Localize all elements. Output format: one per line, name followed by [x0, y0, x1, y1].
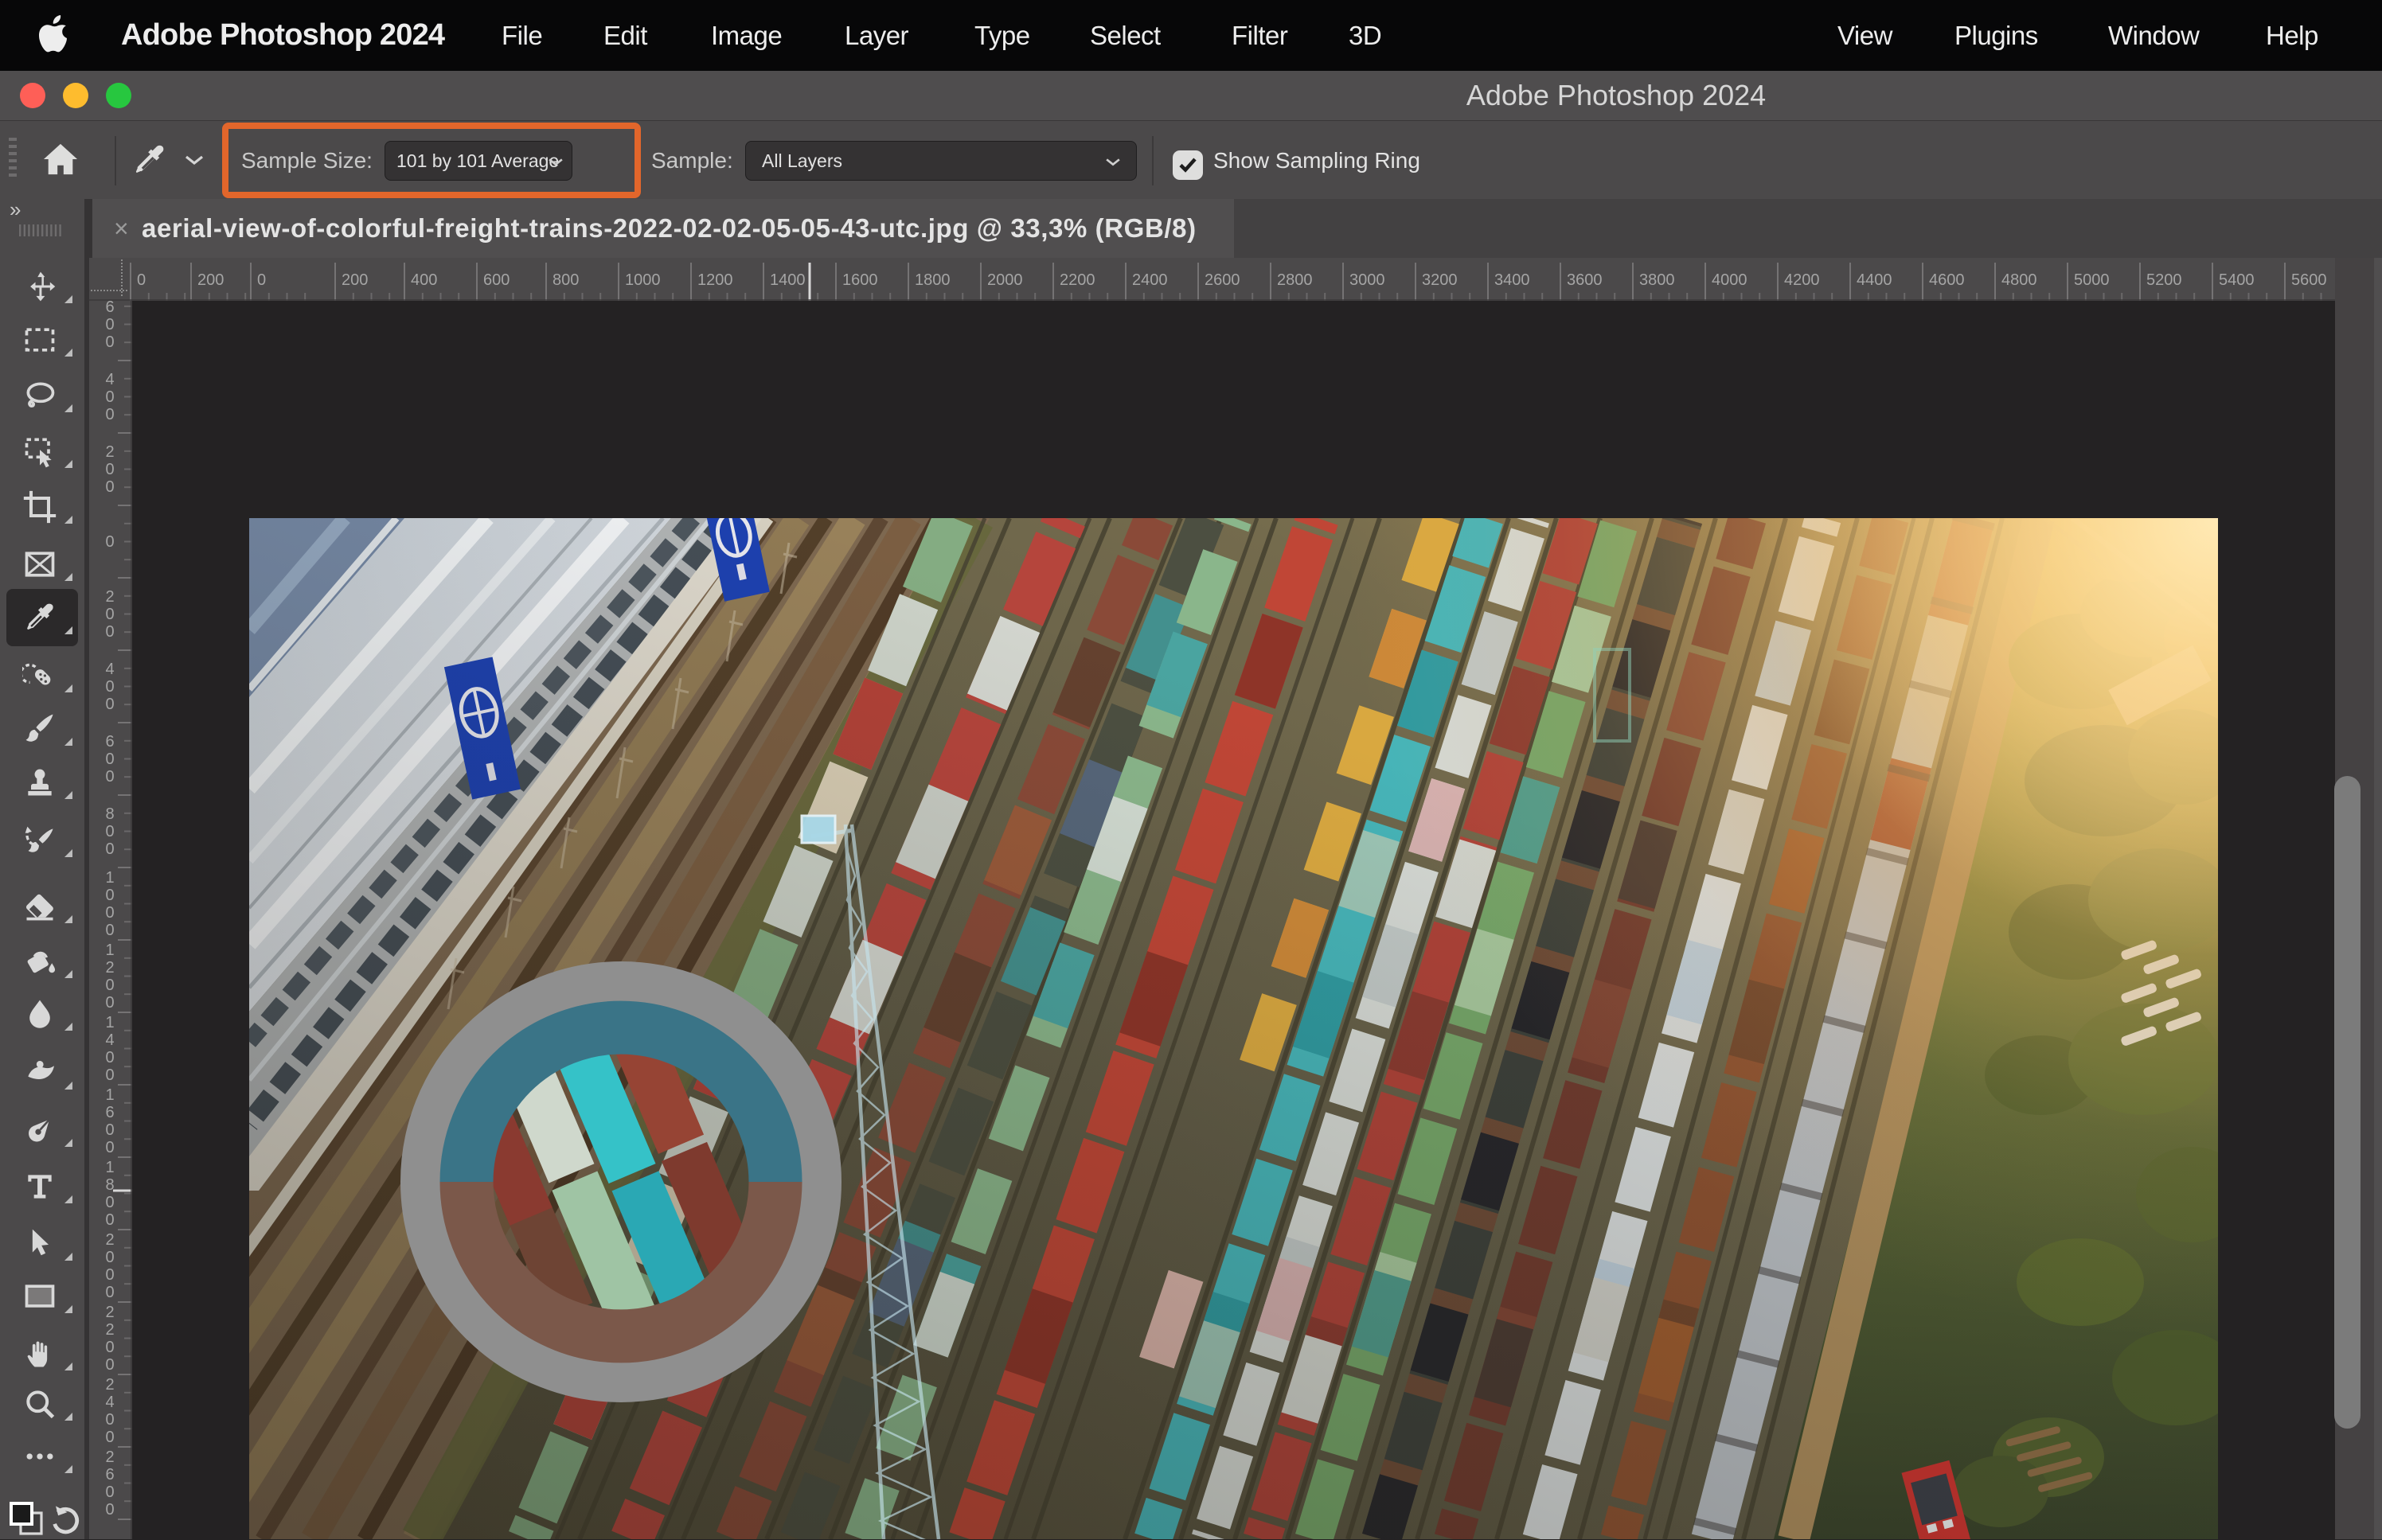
svg-text:3200: 3200: [1422, 271, 1458, 289]
svg-text:600: 600: [483, 271, 510, 289]
svg-text:4200: 4200: [1784, 271, 1820, 289]
svg-text:0: 0: [105, 316, 114, 333]
svg-text:2800: 2800: [1277, 271, 1313, 289]
svg-text:1: 1: [105, 869, 114, 887]
svg-text:1: 1: [105, 1159, 114, 1176]
svg-text:1800: 1800: [915, 271, 951, 289]
svg-text:0: 0: [105, 887, 114, 904]
svg-text:200: 200: [342, 271, 368, 289]
svg-text:5400: 5400: [2219, 271, 2255, 289]
svg-text:0: 0: [105, 696, 114, 713]
svg-text:2000: 2000: [987, 271, 1023, 289]
svg-text:3600: 3600: [1567, 271, 1603, 289]
svg-text:0: 0: [105, 1284, 114, 1301]
svg-text:1: 1: [105, 1086, 114, 1104]
svg-text:0: 0: [105, 406, 114, 423]
svg-text:0: 0: [105, 1066, 114, 1084]
svg-text:0: 0: [105, 606, 114, 623]
svg-text:0: 0: [105, 678, 114, 696]
svg-text:2: 2: [105, 1448, 114, 1466]
svg-text:1400: 1400: [770, 271, 806, 289]
svg-text:0: 0: [105, 994, 114, 1012]
svg-text:1: 1: [105, 1014, 114, 1031]
svg-text:0: 0: [257, 271, 266, 289]
svg-text:800: 800: [553, 271, 579, 289]
svg-text:0: 0: [105, 333, 114, 351]
svg-text:0: 0: [105, 1249, 114, 1266]
svg-text:2: 2: [105, 1304, 114, 1321]
svg-text:0: 0: [105, 1429, 114, 1446]
svg-text:5600: 5600: [2291, 271, 2327, 289]
svg-text:0: 0: [105, 533, 114, 551]
svg-text:0: 0: [105, 1194, 114, 1211]
svg-text:0: 0: [105, 1411, 114, 1429]
svg-text:6: 6: [105, 733, 114, 751]
svg-text:3000: 3000: [1349, 271, 1385, 289]
svg-text:0: 0: [105, 1483, 114, 1501]
svg-text:0: 0: [105, 922, 114, 939]
svg-text:6: 6: [105, 1104, 114, 1121]
svg-text:4400: 4400: [1857, 271, 1892, 289]
svg-text:3400: 3400: [1494, 271, 1530, 289]
svg-text:3800: 3800: [1639, 271, 1675, 289]
svg-text:0: 0: [105, 1339, 114, 1356]
svg-text:200: 200: [197, 271, 224, 289]
svg-text:6: 6: [105, 298, 114, 316]
svg-text:4: 4: [105, 371, 114, 388]
svg-text:2: 2: [105, 1231, 114, 1249]
svg-text:0: 0: [105, 388, 114, 406]
svg-text:8: 8: [105, 805, 114, 823]
svg-text:5200: 5200: [2146, 271, 2182, 289]
svg-text:0: 0: [105, 977, 114, 994]
svg-text:0: 0: [105, 623, 114, 641]
svg-text:2: 2: [105, 443, 114, 461]
svg-text:400: 400: [411, 271, 437, 289]
svg-text:1000: 1000: [625, 271, 661, 289]
svg-text:4: 4: [105, 661, 114, 678]
svg-text:5000: 5000: [2074, 271, 2110, 289]
svg-text:0: 0: [105, 461, 114, 478]
svg-text:2: 2: [105, 959, 114, 977]
svg-text:4800: 4800: [2001, 271, 2037, 289]
svg-text:2200: 2200: [1060, 271, 1095, 289]
svg-text:4000: 4000: [1712, 271, 1747, 289]
svg-text:0: 0: [105, 751, 114, 768]
svg-text:2: 2: [105, 1321, 114, 1339]
svg-text:0: 0: [105, 1139, 114, 1156]
svg-text:2600: 2600: [1205, 271, 1240, 289]
svg-text:1200: 1200: [697, 271, 733, 289]
svg-text:0: 0: [105, 823, 114, 840]
svg-text:6: 6: [105, 1466, 114, 1483]
svg-text:0: 0: [105, 904, 114, 922]
svg-text:4: 4: [105, 1394, 114, 1411]
svg-text:2400: 2400: [1132, 271, 1168, 289]
svg-text:8: 8: [105, 1176, 114, 1194]
svg-text:4: 4: [105, 1031, 114, 1049]
svg-text:0: 0: [105, 1356, 114, 1374]
svg-text:1600: 1600: [842, 271, 878, 289]
svg-text:0: 0: [105, 1049, 114, 1066]
svg-text:0: 0: [105, 840, 114, 858]
svg-text:0: 0: [105, 1121, 114, 1139]
svg-text:0: 0: [105, 1211, 114, 1229]
svg-text:0: 0: [105, 478, 114, 496]
svg-text:2: 2: [105, 1376, 114, 1394]
svg-text:4600: 4600: [1929, 271, 1965, 289]
svg-text:1: 1: [105, 942, 114, 959]
svg-text:2: 2: [105, 588, 114, 606]
svg-text:0: 0: [105, 1266, 114, 1284]
svg-text:0: 0: [105, 768, 114, 786]
svg-text:0: 0: [137, 271, 146, 289]
svg-text:0: 0: [105, 1501, 114, 1519]
